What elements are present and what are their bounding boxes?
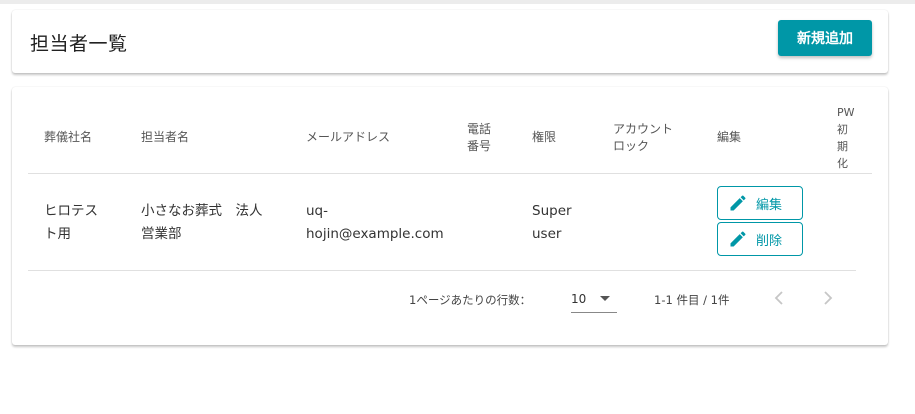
rows-per-page-value: 10 <box>571 292 587 306</box>
top-bar <box>0 0 915 4</box>
column-header-pw-reset[interactable]: PW 初 期 化 <box>837 104 855 172</box>
header-divider <box>28 173 872 174</box>
column-header-edit[interactable]: 編集 <box>717 129 741 146</box>
prev-page-button[interactable] <box>765 283 793 313</box>
add-new-button[interactable]: 新規追加 <box>778 20 872 56</box>
page-title: 担当者一覧 <box>30 33 128 55</box>
cell-company: ヒロテス ト用 <box>44 203 98 242</box>
page-range-text: 1-1 件目 / 1件 <box>654 293 730 307</box>
rows-per-page-label: 1ページあたりの行数： <box>409 293 532 307</box>
edit-button-label: 編集 <box>756 197 783 213</box>
column-header-role[interactable]: 権限 <box>532 129 556 146</box>
header-card: 担当者一覧 新規追加 <box>12 10 888 73</box>
cell-person: 小さなお葬式 法人 営業部 <box>141 203 263 242</box>
rows-per-page-select[interactable]: 10 <box>571 283 617 313</box>
delete-button-label: 削除 <box>756 233 783 249</box>
pencil-icon <box>730 195 746 211</box>
chevron-down-icon <box>600 296 610 301</box>
column-header-account-lock[interactable]: アカウント ロック <box>613 121 673 155</box>
chevron-right-icon <box>824 291 833 305</box>
cell-role: Super user <box>532 203 572 242</box>
next-page-button[interactable] <box>814 283 842 313</box>
row-divider <box>28 270 856 271</box>
column-header-phone[interactable]: 電話 番号 <box>467 121 491 155</box>
staff-table-card: 葬儀社名 担当者名 メールアドレス 電話 番号 権限 アカウント ロック 編集 … <box>12 87 888 345</box>
edit-button[interactable]: 編集 <box>717 186 803 220</box>
column-header-company[interactable]: 葬儀社名 <box>44 129 92 146</box>
column-header-email[interactable]: メールアドレス <box>306 129 390 146</box>
pencil-icon <box>730 231 746 247</box>
chevron-left-icon <box>774 291 783 305</box>
column-header-person[interactable]: 担当者名 <box>141 129 189 146</box>
cell-email: uq- hojin@example.com <box>306 203 444 242</box>
delete-button[interactable]: 削除 <box>717 222 803 256</box>
